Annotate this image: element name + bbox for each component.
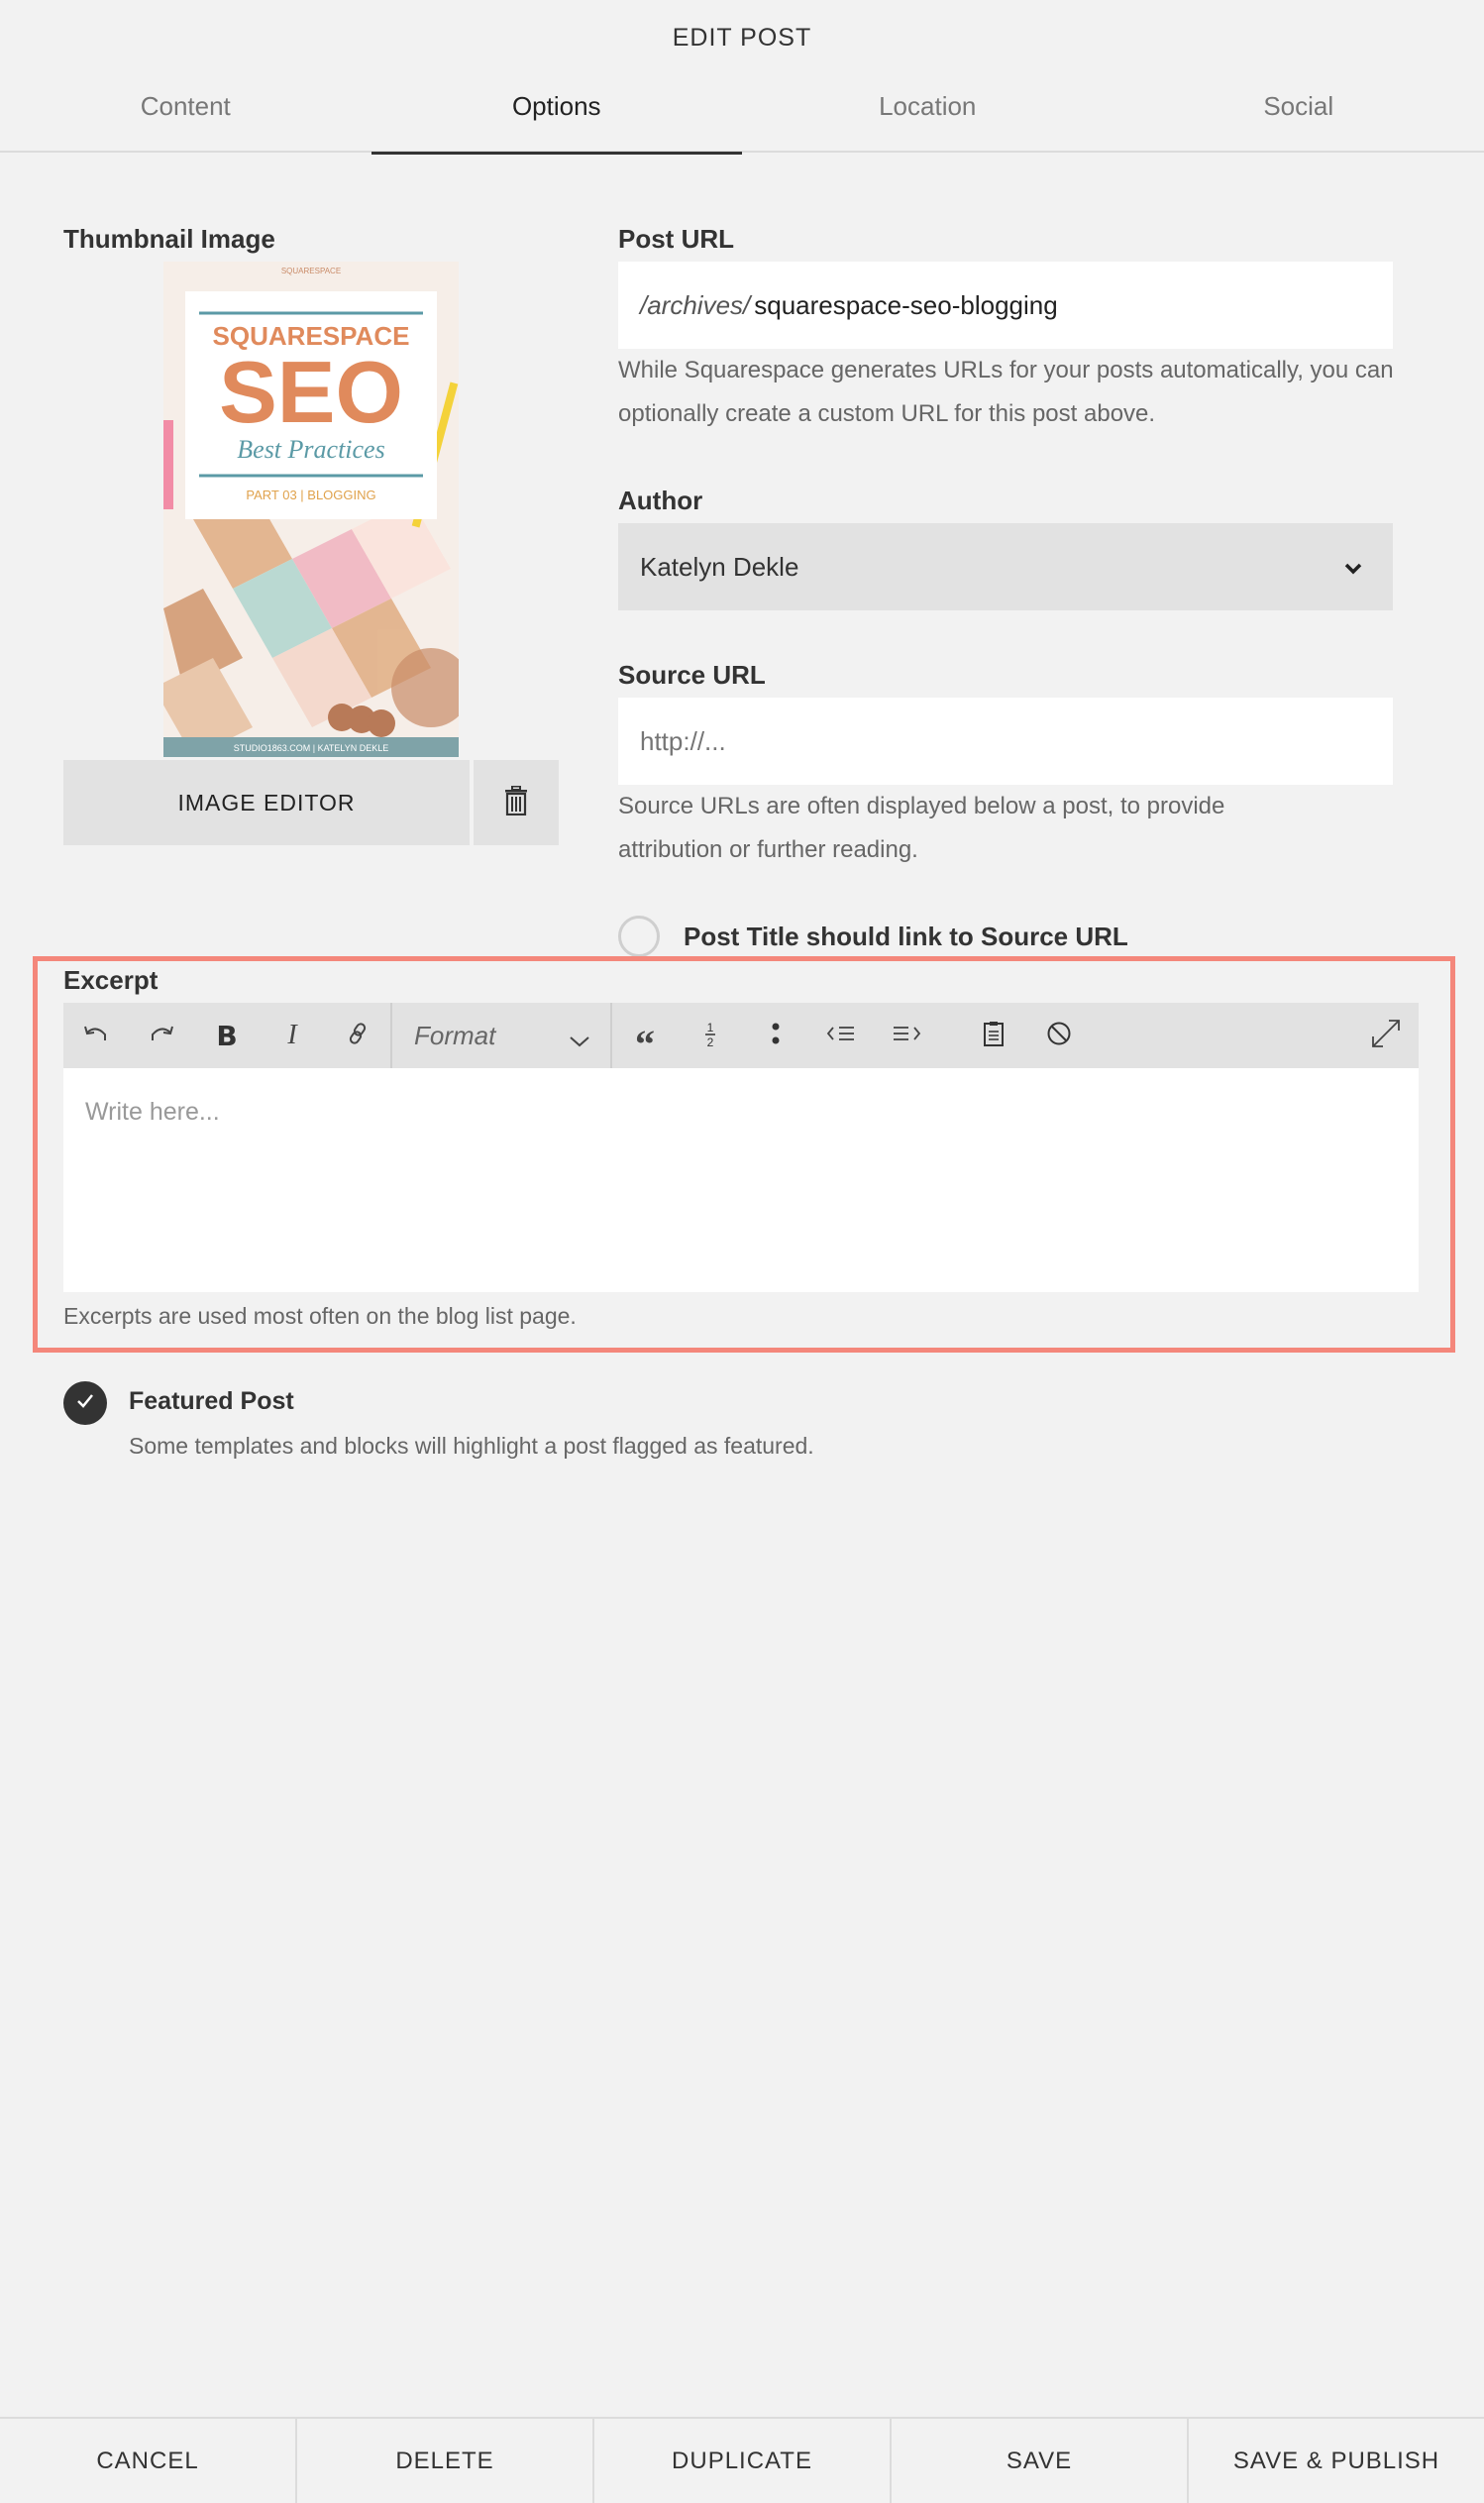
trash-icon: [504, 785, 528, 820]
author-selected-value: Katelyn Dekle: [640, 552, 799, 582]
featured-post-help: Some templates and blocks will highlight…: [129, 1433, 814, 1459]
author-select[interactable]: Katelyn Dekle: [618, 523, 1393, 610]
numbered-list-button[interactable]: 12: [678, 1003, 743, 1068]
thumbnail-image[interactable]: SQUARESPACE SQUARESPACE SEO Best Practic…: [163, 262, 459, 757]
undo-button[interactable]: [63, 1003, 129, 1068]
redo-icon: [149, 1023, 174, 1049]
tab-location[interactable]: Location: [742, 75, 1113, 153]
tab-social[interactable]: Social: [1113, 75, 1484, 153]
excerpt-editor[interactable]: Write here...: [63, 1068, 1419, 1292]
tab-content[interactable]: Content: [0, 75, 371, 153]
delete-button[interactable]: DELETE: [297, 2419, 594, 2503]
excerpt-placeholder: Write here...: [85, 1098, 220, 1126]
link-icon: [346, 1022, 370, 1050]
thumbnail-label: Thumbnail Image: [63, 224, 275, 254]
source-link-label: Post Title should link to Source URL: [684, 922, 1128, 951]
clear-format-button[interactable]: [1026, 1003, 1092, 1068]
excerpt-toolbar: 𝗕 I Format “ 12: [63, 1003, 1419, 1068]
bullet-list-button[interactable]: [743, 1003, 808, 1068]
post-url-value: squarespace-seo-blogging: [754, 290, 1058, 320]
thumbnail-title-line4: PART 03 | BLOGGING: [246, 488, 375, 502]
source-url-help: Source URLs are often displayed below a …: [618, 793, 1225, 863]
format-dropdown[interactable]: Format: [392, 1003, 610, 1068]
italic-button[interactable]: I: [260, 1003, 325, 1068]
author-label: Author: [618, 486, 703, 515]
dialog-title: EDIT POST: [672, 24, 812, 52]
fullscreen-button[interactable]: [1353, 1003, 1419, 1068]
bold-icon: 𝗕: [216, 1020, 238, 1051]
thumbnail-title-line2: SEO: [219, 343, 403, 441]
featured-post-label: Featured Post: [129, 1387, 294, 1415]
clear-format-icon: [1046, 1021, 1072, 1051]
clipboard-icon: [983, 1021, 1005, 1051]
delete-image-button[interactable]: [474, 760, 559, 845]
bold-button[interactable]: 𝗕: [194, 1003, 260, 1068]
thumbnail-footer-text: STUDIO1863.COM | KATELYN DEKLE: [234, 743, 389, 753]
expand-icon: [1369, 1017, 1403, 1055]
featured-post-checkbox[interactable]: [63, 1381, 107, 1425]
link-button[interactable]: [325, 1003, 390, 1068]
outdent-icon: [826, 1024, 856, 1048]
outdent-button[interactable]: [808, 1003, 874, 1068]
numbered-list-icon: 12: [702, 1020, 718, 1052]
tab-bar: Content Options Location Social: [0, 75, 1484, 155]
post-url-field[interactable]: /archives/squarespace-seo-blogging: [618, 262, 1393, 349]
format-label: Format: [414, 1020, 496, 1050]
post-url-label: Post URL: [618, 224, 734, 254]
post-url-prefix: /archives/: [640, 290, 751, 320]
quote-button[interactable]: “: [612, 1003, 678, 1068]
indent-button[interactable]: [874, 1003, 939, 1068]
duplicate-button[interactable]: DUPLICATE: [594, 2419, 892, 2503]
redo-button[interactable]: [129, 1003, 194, 1068]
source-url-input[interactable]: [618, 698, 1393, 785]
source-url-label: Source URL: [618, 660, 766, 690]
chevron-down-icon: [569, 1025, 590, 1055]
svg-text:1: 1: [707, 1021, 714, 1034]
chevron-down-icon: [1343, 523, 1363, 610]
thumbnail-brand-top: SQUARESPACE: [281, 267, 341, 275]
excerpt-label: Excerpt: [63, 965, 159, 995]
bullet-list-icon: [771, 1021, 781, 1051]
thumbnail-title-line3: Best Practices: [237, 435, 384, 464]
quote-icon: “: [635, 1021, 655, 1066]
paste-button[interactable]: [961, 1003, 1026, 1068]
save-publish-button[interactable]: SAVE & PUBLISH: [1189, 2419, 1484, 2503]
svg-text:2: 2: [707, 1035, 714, 1047]
thumbnail-artwork: SQUARESPACE SQUARESPACE SEO Best Practic…: [163, 262, 459, 757]
check-icon: [75, 1392, 95, 1415]
dialog-footer: CANCEL DELETE DUPLICATE SAVE SAVE & PUBL…: [0, 2417, 1484, 2503]
post-url-help: While Squarespace generates URLs for you…: [618, 357, 1394, 427]
cancel-button[interactable]: CANCEL: [0, 2419, 297, 2503]
tab-options[interactable]: Options: [371, 75, 743, 155]
italic-icon: I: [287, 1020, 297, 1050]
excerpt-help: Excerpts are used most often on the blog…: [63, 1303, 577, 1329]
source-link-radio[interactable]: [618, 916, 660, 957]
indent-icon: [892, 1024, 921, 1048]
dialog-header: EDIT POST Content Options Location Socia…: [0, 0, 1484, 155]
image-editor-button[interactable]: IMAGE EDITOR: [63, 760, 470, 845]
save-button[interactable]: SAVE: [892, 2419, 1189, 2503]
undo-icon: [83, 1023, 109, 1049]
